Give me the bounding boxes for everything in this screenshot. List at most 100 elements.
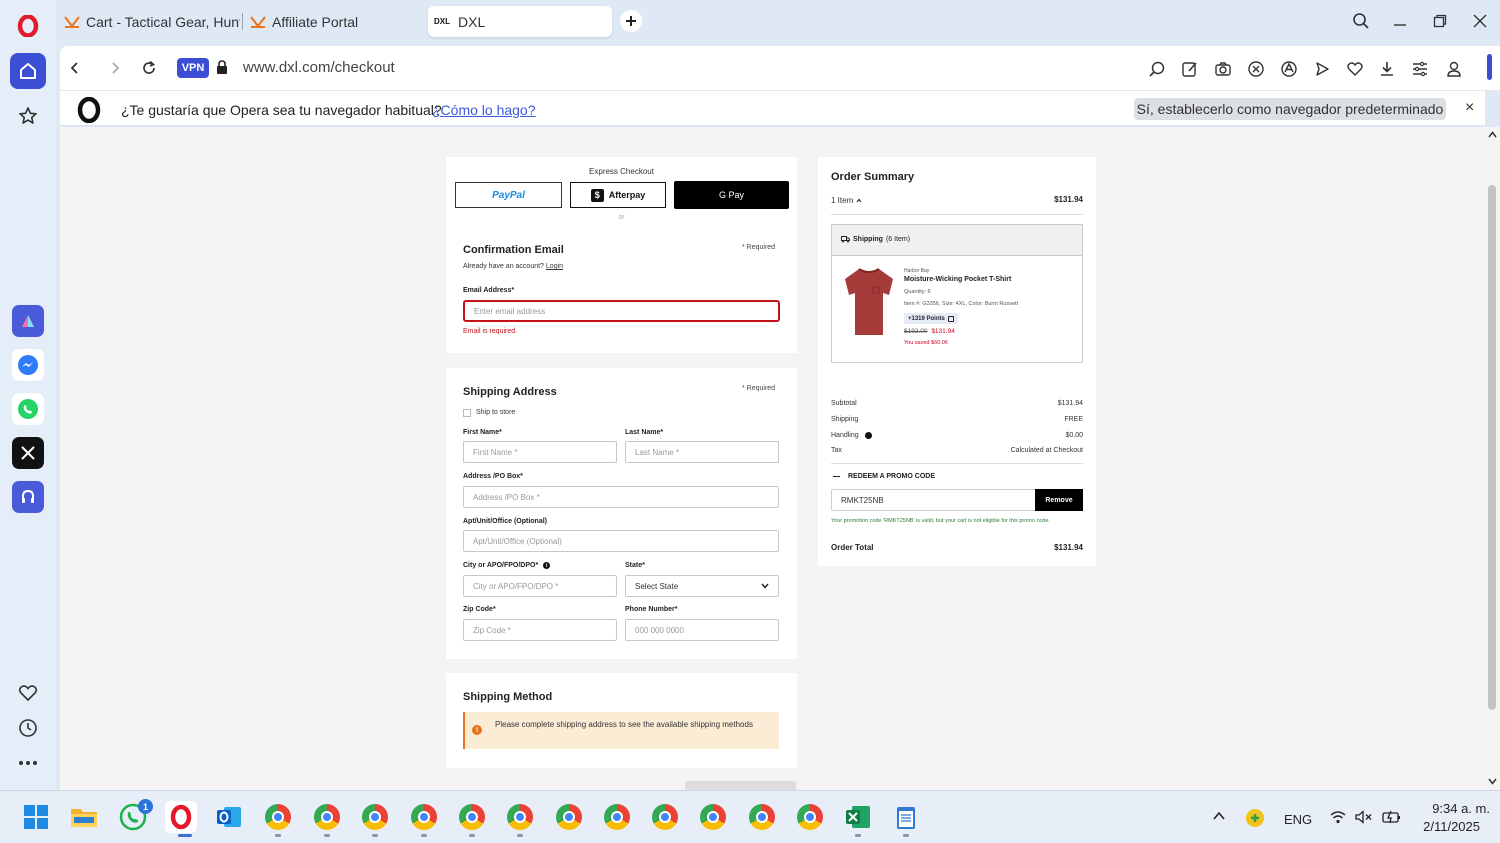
phone-input[interactable]: 000 000 0000 — [625, 619, 779, 641]
scroll-down-arrow-icon[interactable] — [1488, 778, 1497, 785]
promo-code-input[interactable]: RMKT25NB — [831, 489, 1037, 511]
lock-icon[interactable] — [216, 60, 228, 74]
zip-input[interactable]: Zip Code * — [463, 619, 617, 641]
favorite-heart-icon[interactable] — [1344, 58, 1366, 80]
sidebar-panel-indicator[interactable] — [1487, 54, 1492, 80]
whatsapp-taskbar-icon[interactable]: 1 — [117, 799, 153, 833]
page-scrollbar[interactable] — [1485, 127, 1500, 790]
minimize-icon[interactable] — [1388, 10, 1412, 32]
info-icon[interactable] — [864, 432, 872, 439]
continue-button-partial[interactable] — [685, 781, 796, 790]
chrome-profile-2-icon[interactable] — [311, 801, 343, 833]
translate-icon[interactable] — [1278, 58, 1300, 80]
product-name[interactable]: Moisture-Wicking Pocket T-Shirt — [904, 276, 1011, 283]
chrome-profile-1-icon[interactable] — [262, 801, 294, 833]
product-image[interactable] — [841, 265, 897, 339]
google-pay-button[interactable]: G Pay — [674, 181, 789, 209]
chrome-profile-10-icon[interactable] — [697, 801, 729, 833]
x-twitter-icon[interactable] — [12, 437, 44, 469]
bookmarks-star-icon[interactable] — [10, 98, 46, 134]
heart-icon[interactable] — [10, 675, 46, 711]
running-indicator — [324, 834, 330, 837]
address-input[interactable]: Address /PO Box * — [463, 486, 779, 508]
music-player-icon[interactable] — [12, 481, 44, 513]
whatsapp-icon[interactable] — [12, 393, 44, 425]
city-label-row: City or APO/FPO/DPO* i — [463, 562, 551, 569]
tray-chevron-up-icon[interactable] — [1212, 811, 1226, 821]
wifi-icon[interactable] — [1330, 810, 1346, 824]
excel-icon[interactable] — [842, 801, 874, 833]
chrome-profile-4-icon[interactable] — [408, 801, 440, 833]
back-arrow-icon[interactable] — [63, 56, 87, 80]
points-badge: +1319 Points — [904, 313, 958, 324]
restore-window-icon[interactable] — [1428, 10, 1452, 32]
clock-time[interactable]: 9:34 a. m. — [1410, 801, 1490, 816]
reload-icon[interactable] — [137, 56, 161, 80]
info-icon[interactable]: i — [543, 562, 551, 569]
file-explorer-icon[interactable] — [68, 801, 100, 833]
tray-app-icon[interactable] — [1246, 809, 1264, 827]
forward-arrow-icon[interactable] — [103, 56, 127, 80]
dxl-logo-icon — [64, 15, 80, 28]
first-name-input[interactable]: First Name * — [463, 441, 617, 463]
set-default-browser-button[interactable]: Sí, establecerlo como navegador predeter… — [1134, 98, 1446, 120]
apt-input[interactable]: Apt/Unit/Office (Optional) — [463, 530, 779, 552]
scrollbar-thumb[interactable] — [1488, 185, 1496, 710]
tab-affiliate-portal[interactable]: Affiliate Portal — [244, 6, 424, 37]
send-arrow-icon[interactable] — [1311, 58, 1333, 80]
chrome-profile-12-icon[interactable] — [794, 801, 826, 833]
close-window-icon[interactable] — [1468, 10, 1492, 32]
outlook-icon[interactable] — [213, 801, 245, 833]
shipping-group-header: Shipping (6 Item) — [832, 225, 1082, 256]
download-icon[interactable] — [1376, 58, 1398, 80]
new-tab-plus-icon[interactable] — [620, 10, 642, 32]
more-dots-icon[interactable] — [10, 745, 46, 781]
city-input[interactable]: City or APO/FPO/DPO * — [463, 575, 617, 597]
aria-ai-icon[interactable] — [12, 305, 44, 337]
tab-cart[interactable]: Cart - Tactical Gear, Huntir — [58, 6, 240, 37]
edit-pencil-icon[interactable] — [1179, 58, 1201, 80]
login-link[interactable]: Login — [546, 263, 563, 270]
easy-setup-menu-icon[interactable] — [1409, 58, 1431, 80]
chrome-profile-11-icon[interactable] — [746, 801, 778, 833]
battery-charging-icon[interactable] — [1382, 810, 1402, 824]
chrome-profile-9-icon[interactable] — [649, 801, 681, 833]
opera-taskbar-icon[interactable] — [165, 801, 197, 833]
paypal-button[interactable]: PayPal — [455, 182, 562, 208]
scroll-up-arrow-icon[interactable] — [1488, 131, 1497, 138]
state-select[interactable]: Select State — [625, 575, 779, 597]
language-indicator[interactable]: ENG — [1284, 812, 1312, 827]
email-input[interactable]: Enter email address — [463, 300, 780, 322]
vpn-badge[interactable]: VPN — [177, 58, 209, 78]
messenger-icon[interactable] — [12, 349, 44, 381]
chrome-profile-5-icon[interactable] — [456, 801, 488, 833]
volume-muted-icon[interactable] — [1355, 810, 1373, 824]
url-field[interactable]: www.dxl.com/checkout — [243, 59, 395, 76]
ship-to-store-checkbox[interactable] — [463, 409, 471, 417]
items-toggle[interactable]: 1 Item — [831, 196, 862, 205]
chrome-profile-6-icon[interactable] — [504, 801, 536, 833]
account-text: Already have an account? — [463, 263, 544, 270]
history-clock-icon[interactable] — [10, 710, 46, 746]
remove-promo-button[interactable]: Remove — [1035, 489, 1083, 511]
infobar-close-icon[interactable]: × — [1465, 99, 1474, 117]
chrome-profile-3-icon[interactable] — [359, 801, 391, 833]
home-icon[interactable] — [10, 53, 46, 89]
afterpay-button[interactable]: $ Afterpay — [570, 182, 666, 208]
tab-search-icon[interactable] — [1349, 10, 1373, 32]
notepad-icon[interactable] — [890, 801, 922, 833]
windows-start-icon[interactable] — [20, 801, 52, 833]
last-name-input[interactable]: Last Name * — [625, 441, 779, 463]
adblock-shield-icon[interactable] — [1245, 58, 1267, 80]
chrome-profile-8-icon[interactable] — [601, 801, 633, 833]
points-info-icon[interactable] — [947, 315, 954, 322]
profile-user-icon[interactable] — [1443, 58, 1465, 80]
opera-menu-logo-icon[interactable] — [10, 8, 46, 44]
infobar-how-link[interactable]: ¿Cómo lo hago? — [432, 102, 536, 118]
promo-code-toggle[interactable]: REDEEM A PROMO CODE — [833, 473, 935, 480]
camera-snapshot-icon[interactable] — [1212, 58, 1234, 80]
tab-dxl[interactable]: DXL DXL — [428, 6, 612, 37]
clock-date[interactable]: 2/11/2025 — [1410, 819, 1480, 834]
page-search-icon[interactable] — [1146, 58, 1168, 80]
chrome-profile-7-icon[interactable] — [553, 801, 585, 833]
